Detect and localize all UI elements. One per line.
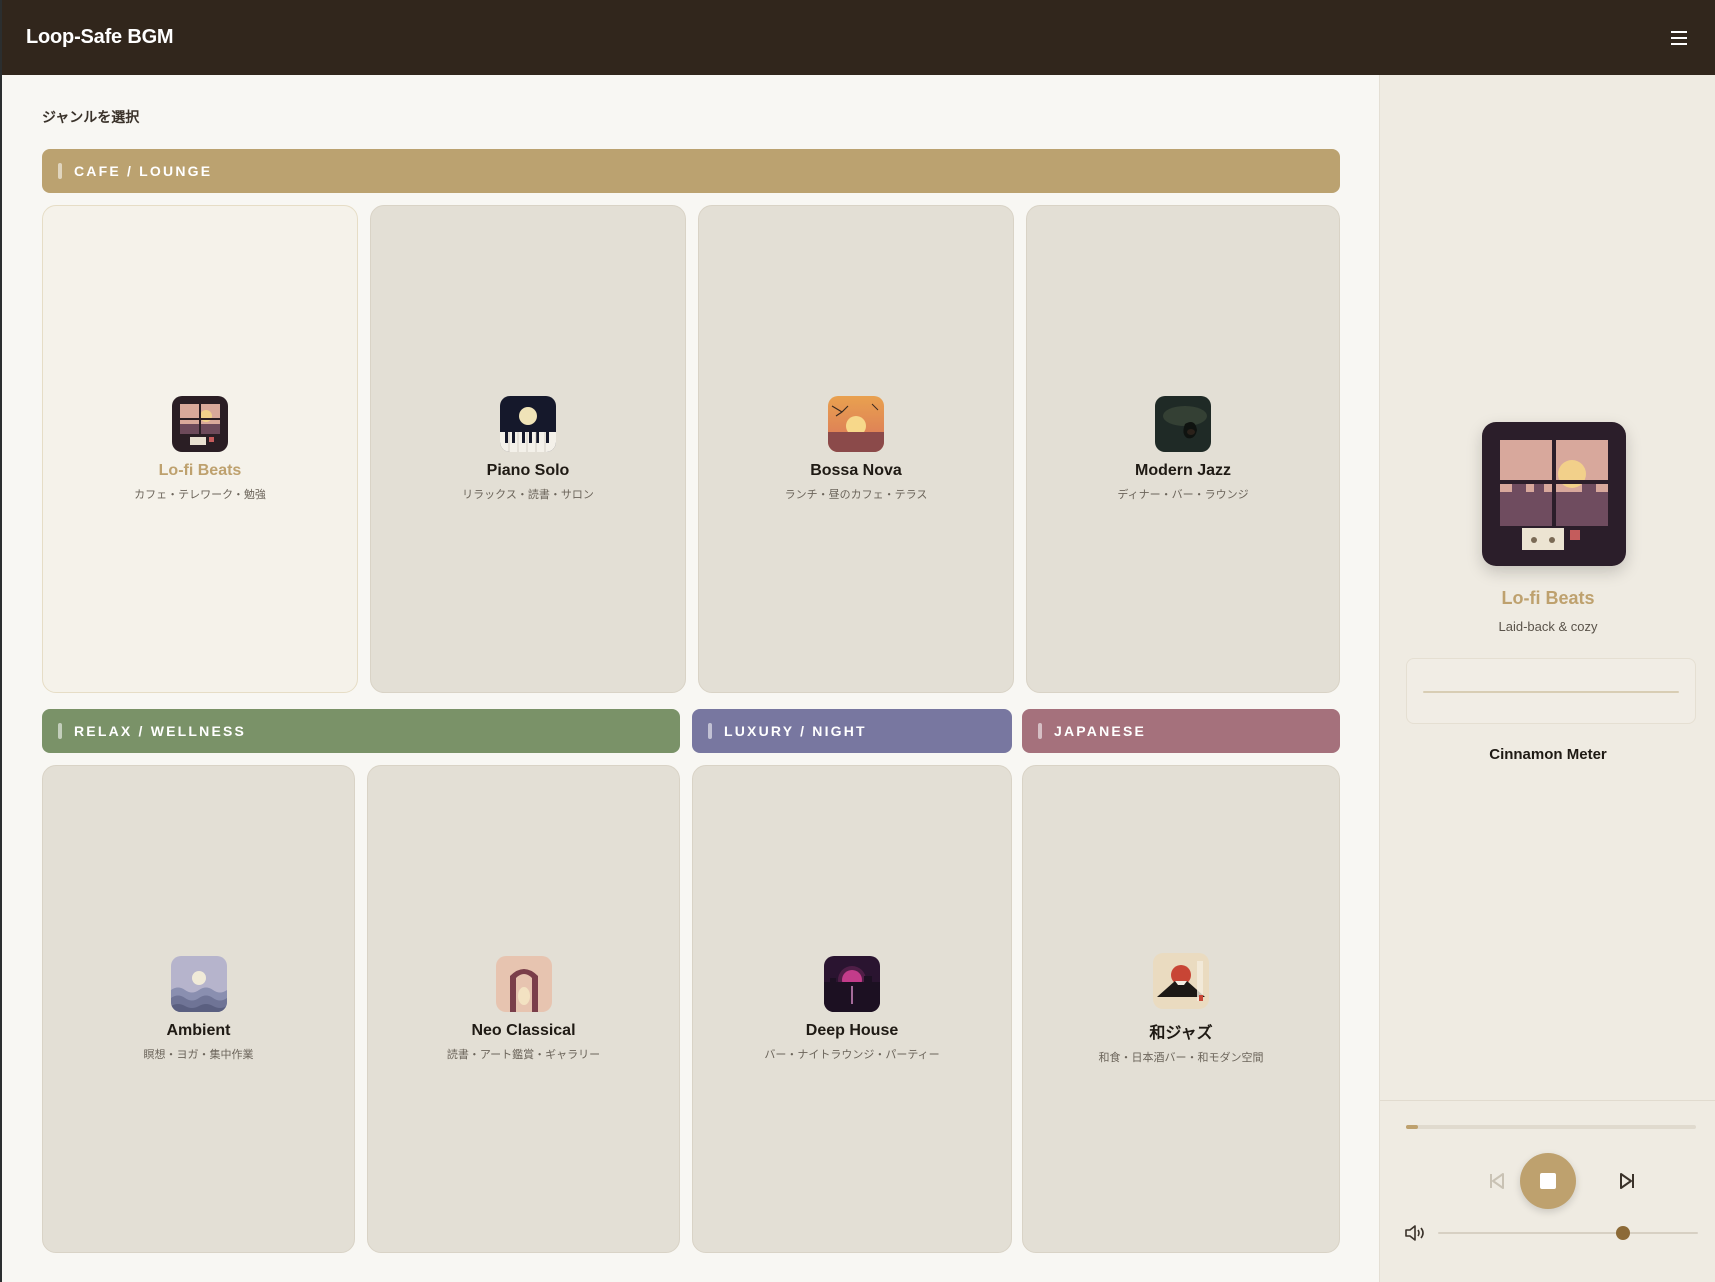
genre-name: Deep House	[805, 1022, 899, 1039]
volume-control	[1404, 1223, 1698, 1243]
skip-forward-icon	[1620, 1173, 1634, 1189]
city-sunset-icon	[824, 956, 880, 1012]
lofi-window-icon	[172, 396, 228, 452]
volume-icon	[1405, 1225, 1424, 1241]
genre-card-deep-house[interactable]: Deep House バー・ナイトラウンジ・パーティー	[692, 765, 1012, 1253]
genre-card-modern-jazz[interactable]: Modern Jazz ディナー・バー・ラウンジ	[1026, 205, 1340, 693]
waveform-display	[1406, 658, 1696, 724]
volume-thumb[interactable]	[1615, 1226, 1630, 1240]
stop-button[interactable]	[1520, 1153, 1576, 1209]
previous-button[interactable]	[1468, 1153, 1524, 1209]
genre-card-ambient[interactable]: Ambient 瞑想・ヨガ・集中作業	[42, 765, 355, 1253]
genre-name: Neo Classical	[471, 1022, 576, 1039]
progress-fill	[1406, 1125, 1418, 1129]
arch-icon	[495, 956, 552, 1012]
menu-icon[interactable]	[1667, 26, 1691, 50]
volume-slider[interactable]	[1438, 1226, 1698, 1240]
stop-icon	[1540, 1173, 1556, 1189]
next-button[interactable]	[1600, 1153, 1656, 1209]
genre-description: ランチ・昼のカフェ・テラス	[784, 489, 928, 501]
category-label: LUXURY / NIGHT	[724, 723, 867, 739]
transport-controls	[1380, 1153, 1715, 1209]
now-playing-panel: Lo-fi Beats Laid-back & cozy Cinnamon Me…	[1379, 75, 1715, 1282]
genre-panel: ジャンルを選択 CAFE / LOUNGE Lo-fi Beats カフェ・テレ…	[2, 75, 1379, 1282]
meter-label: Cinnamon Meter	[1489, 746, 1607, 763]
genre-name: 和ジャズ	[1149, 1025, 1213, 1042]
genre-description: 読書・アート鑑賞・ギャラリー	[446, 1049, 601, 1061]
waveform-line	[1423, 691, 1679, 693]
category-luxury-night: LUXURY / NIGHT	[692, 709, 1012, 753]
genre-name: Lo-fi Beats	[158, 462, 242, 479]
genre-description: カフェ・テレワーク・勉強	[134, 489, 266, 501]
page-title: ジャンルを選択	[42, 109, 140, 125]
category-label: RELAX / WELLNESS	[74, 723, 247, 739]
category-cafe-lounge: CAFE / LOUNGE	[42, 149, 1340, 193]
skip-back-icon	[1490, 1173, 1504, 1189]
sunset-palm-icon	[828, 396, 884, 452]
genre-description: ディナー・バー・ラウンジ	[1117, 489, 1249, 501]
app-window: Loop-Safe BGM ジャンルを選択 CAFE / LOUNGE Lo-f…	[2, 0, 1715, 1282]
genre-name: Modern Jazz	[1134, 462, 1231, 479]
genre-card-lofi-beats[interactable]: Lo-fi Beats カフェ・テレワーク・勉強	[42, 205, 358, 693]
app-title: Loop-Safe BGM	[26, 26, 174, 48]
category-relax-wellness: RELAX / WELLNESS	[42, 709, 680, 753]
category-japanese: JAPANESE	[1022, 709, 1340, 753]
genre-card-bossa-nova[interactable]: Bossa Nova ランチ・昼のカフェ・テラス	[698, 205, 1014, 693]
album-cover	[1482, 422, 1626, 566]
player-controls	[1380, 1100, 1715, 1282]
now-playing-subtitle: Laid-back & cozy	[1498, 619, 1598, 634]
mount-fuji-icon	[1153, 953, 1209, 1009]
genre-description: 和食・日本酒バー・和モダン空間	[1098, 1052, 1264, 1064]
jazz-night-icon	[1155, 396, 1211, 452]
genre-description: 瞑想・ヨガ・集中作業	[143, 1049, 254, 1061]
genre-card-neo-classical[interactable]: Neo Classical 読書・アート鑑賞・ギャラリー	[367, 765, 680, 1253]
genre-description: バー・ナイトラウンジ・パーティー	[764, 1049, 940, 1061]
moon-waves-icon	[170, 956, 227, 1012]
genre-description: リラックス・読書・サロン	[462, 489, 594, 501]
genre-name: Ambient	[166, 1022, 231, 1039]
piano-moon-icon	[500, 396, 556, 452]
genre-name: Bossa Nova	[810, 462, 902, 479]
category-label: JAPANESE	[1054, 723, 1147, 739]
genre-card-wa-jazz[interactable]: 和ジャズ 和食・日本酒バー・和モダン空間	[1022, 765, 1340, 1253]
now-playing-title: Lo-fi Beats	[1501, 588, 1595, 608]
top-bar: Loop-Safe BGM	[2, 0, 1715, 75]
genre-card-piano-solo[interactable]: Piano Solo リラックス・読書・サロン	[370, 205, 686, 693]
category-label: CAFE / LOUNGE	[74, 163, 213, 179]
progress-bar[interactable]	[1406, 1125, 1696, 1129]
genre-name: Piano Solo	[486, 462, 570, 479]
